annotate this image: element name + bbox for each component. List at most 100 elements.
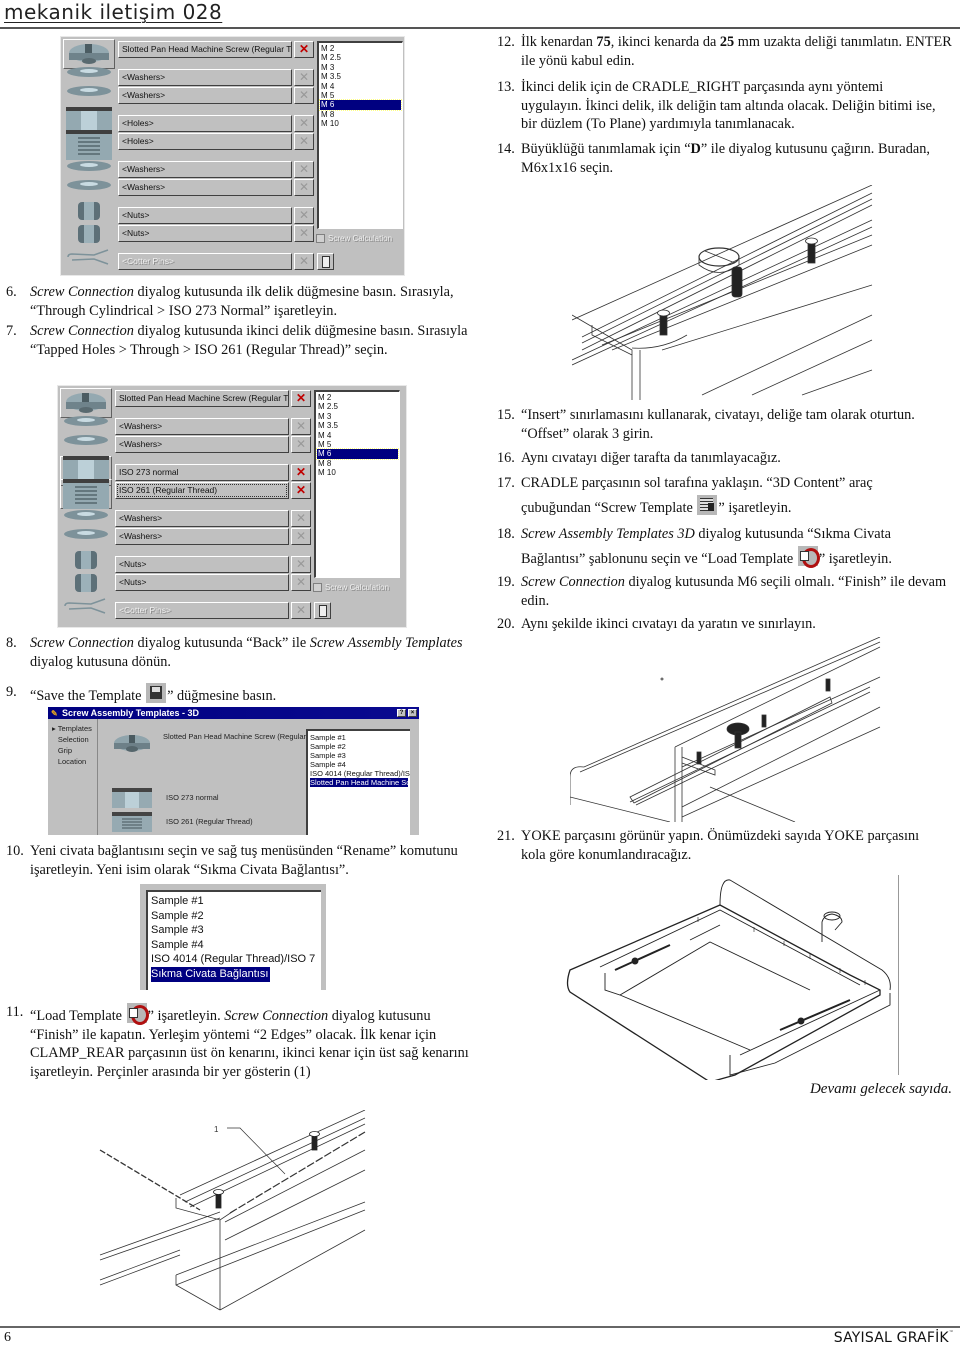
screw-template-icon[interactable]: [697, 495, 718, 515]
cylindrical-hole-icon: [110, 787, 154, 809]
remove-component-button[interactable]: ✕: [294, 115, 314, 132]
checkbox-label: Screw Calculation: [325, 583, 390, 592]
remove-component-button[interactable]: ✕: [291, 528, 311, 545]
step-18: 18. Screw Assembly Templates 3D diyalog …: [497, 526, 892, 568]
size-list-item[interactable]: M 2: [320, 44, 401, 53]
size-list-item[interactable]: M 5: [317, 440, 398, 449]
component-button[interactable]: Slotted Pan Head Machine Screw (Regular …: [115, 390, 289, 407]
template-list-item[interactable]: Sample #4: [310, 760, 408, 769]
nut-icon: [60, 572, 112, 594]
washer-icon: [63, 159, 115, 173]
nav-item-grip[interactable]: Grip: [52, 745, 92, 756]
template-list-item[interactable]: Slotted Pan Head Machine Screw: [310, 778, 410, 787]
remove-component-button[interactable]: ✕: [294, 207, 314, 224]
checkbox-box[interactable]: [313, 583, 322, 592]
remove-component-button[interactable]: ✕: [294, 179, 314, 196]
template-list-item[interactable]: Sample #3: [151, 923, 318, 938]
size-list-item[interactable]: M 3: [317, 412, 398, 421]
size-list-item[interactable]: M 8: [320, 110, 401, 119]
template-list-item[interactable]: Sıkma Civata Bağlantısı: [151, 966, 318, 982]
remove-component-button[interactable]: ✕: [294, 253, 314, 270]
component-button[interactable]: <Nuts>: [118, 225, 292, 242]
size-list-item[interactable]: M 8: [317, 459, 398, 468]
remove-component-button[interactable]: ✕: [291, 418, 311, 435]
size-list[interactable]: M 2M 2.5 M 3M 3.5 M 4M 5M 6M 8M 10: [314, 390, 400, 578]
remove-component-button[interactable]: ✕: [291, 510, 311, 527]
size-list-item[interactable]: M 3.5: [317, 421, 398, 430]
remove-component-button[interactable]: ✕: [294, 41, 314, 58]
template-list-item[interactable]: Sample #2: [151, 909, 318, 924]
component-button[interactable]: <Washers>: [115, 418, 289, 435]
component-button[interactable]: <Washers>: [118, 69, 292, 86]
remove-component-button[interactable]: ✕: [294, 133, 314, 150]
component-button[interactable]: Slotted Pan Head Machine Screw (Regular …: [118, 41, 292, 58]
template-list-item[interactable]: Sample #2: [310, 742, 408, 751]
size-list-item[interactable]: M 6: [319, 99, 402, 111]
remove-component-button[interactable]: ✕: [291, 436, 311, 453]
size-list-item[interactable]: M 3: [320, 63, 401, 72]
templates-list[interactable]: Sample #1 Sample #2 Sample #3 Sample #4 ISO …: [146, 890, 321, 990]
remove-component-button[interactable]: ✕: [291, 482, 311, 499]
component-button[interactable]: <Washers>: [118, 161, 292, 178]
remove-component-button[interactable]: ✕: [291, 602, 311, 619]
component-button[interactable]: <Washers>: [115, 510, 289, 527]
component-button[interactable]: <Holes>: [118, 115, 292, 132]
component-button[interactable]: <Nuts>: [115, 574, 289, 591]
dialog-title-bar: ✎ Screw Assembly Templates - 3D ? ×: [48, 707, 419, 719]
size-list-item[interactable]: M 3.5: [320, 72, 401, 81]
component-button[interactable]: <Washers>: [118, 179, 292, 196]
remove-component-button[interactable]: ✕: [294, 225, 314, 242]
remove-component-button[interactable]: ✕: [291, 574, 311, 591]
size-list-item[interactable]: M 2: [317, 393, 398, 402]
close-button[interactable]: ×: [408, 709, 417, 717]
cradle-clamp-drawing: [570, 637, 890, 822]
column-divider: [898, 875, 899, 1075]
checkbox-label: Screw Calculation: [328, 234, 393, 243]
remove-component-button[interactable]: ✕: [294, 69, 314, 86]
callout-label: 1: [214, 1125, 219, 1134]
size-list[interactable]: M 2M 2.5 M 3M 3.5 M 4M 5M 6M 8M 10: [317, 41, 403, 229]
template-list-item[interactable]: Sample #3: [310, 751, 408, 760]
size-list-item[interactable]: M 10: [317, 468, 398, 477]
size-list-item[interactable]: M 4: [317, 431, 398, 440]
template-list-item[interactable]: ISO 4014 (Regular Thread)/ISO 7: [151, 952, 318, 967]
component-button[interactable]: <Washers>: [115, 528, 289, 545]
template-list-item[interactable]: ISO 4014 (Regular Thread)/ISO 7: [310, 769, 410, 778]
size-list-item[interactable]: M 4: [320, 82, 401, 91]
calculator-icon[interactable]: [317, 253, 334, 270]
component-button[interactable]: ISO 273 normal: [115, 464, 289, 481]
calculator-icon[interactable]: [314, 602, 331, 619]
remove-component-button[interactable]: ✕: [291, 464, 311, 481]
component-button[interactable]: <Holes>: [118, 133, 292, 150]
size-list-item[interactable]: M 2.5: [317, 402, 398, 411]
size-list-item[interactable]: M 2.5: [320, 53, 401, 62]
component-button[interactable]: <Washers>: [115, 436, 289, 453]
component-button[interactable]: <Washers>: [118, 87, 292, 104]
component-button[interactable]: <Nuts>: [118, 207, 292, 224]
template-list-item[interactable]: Sample #4: [151, 938, 318, 953]
component-button[interactable]: ISO 261 (Regular Thread): [115, 482, 289, 499]
remove-component-button[interactable]: ✕: [294, 161, 314, 178]
template-list-item[interactable]: Sample #1: [310, 733, 408, 742]
save-template-icon[interactable]: [146, 683, 167, 703]
help-button[interactable]: ?: [397, 709, 406, 717]
nav-item-location[interactable]: Location: [52, 756, 92, 767]
screw-calculation-checkbox[interactable]: Screw Calculation: [313, 583, 389, 592]
size-list-item[interactable]: M 6: [316, 448, 399, 460]
remove-component-button[interactable]: ✕: [291, 390, 311, 407]
load-template-icon[interactable]: [126, 1003, 149, 1025]
nav-item-templates[interactable]: ▸ Templates: [52, 723, 92, 734]
template-list-item[interactable]: Sample #1: [151, 894, 318, 909]
component-button[interactable]: <Cotter Pins>: [118, 253, 292, 270]
screw-calculation-checkbox[interactable]: Screw Calculation: [316, 234, 392, 243]
load-template-icon[interactable]: [797, 546, 820, 568]
remove-component-button[interactable]: ✕: [291, 556, 311, 573]
size-list-item[interactable]: M 5: [320, 91, 401, 100]
checkbox-box[interactable]: [316, 234, 325, 243]
nav-item-selection[interactable]: Selection: [52, 734, 92, 745]
size-list-item[interactable]: M 10: [320, 119, 401, 128]
component-button[interactable]: <Cotter Pins>: [115, 602, 289, 619]
remove-component-button[interactable]: ✕: [294, 87, 314, 104]
component-button[interactable]: <Nuts>: [115, 556, 289, 573]
templates-list[interactable]: Sample #1 Sample #2 Sample #3 Sample #4 ISO …: [306, 729, 410, 835]
